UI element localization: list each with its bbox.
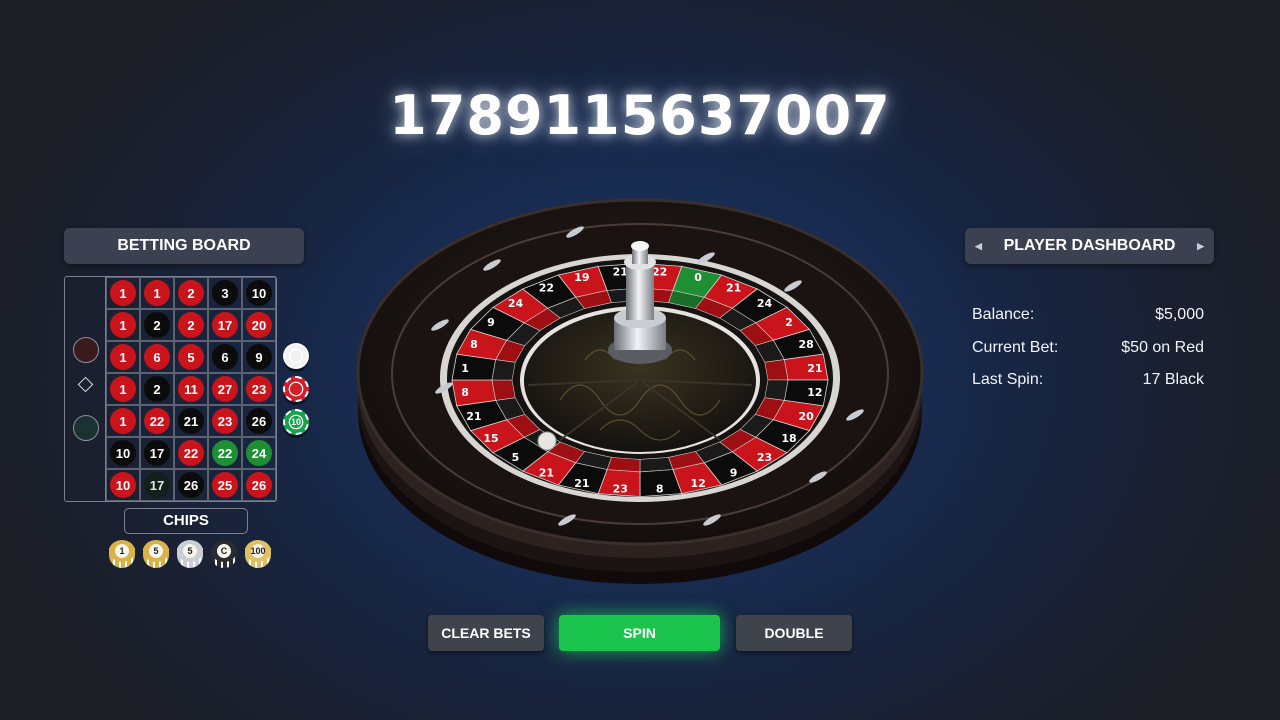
spin-button[interactable]: SPIN bbox=[559, 615, 720, 651]
wheel-pocket-label: 21 bbox=[726, 282, 741, 295]
player-dashboard-title: ◀ PLAYER DASHBOARD ▶ bbox=[965, 228, 1214, 264]
wheel-pocket-label: 5 bbox=[512, 451, 520, 464]
wheel-pocket-label: 8 bbox=[470, 338, 478, 351]
balance-row: Balance: $5,000 bbox=[972, 306, 1204, 324]
wheel-pocket-label: 22 bbox=[652, 266, 667, 279]
wheel-pocket-label: 9 bbox=[487, 316, 495, 329]
wheel-pocket-label: 21 bbox=[466, 410, 481, 423]
last-spin-value: 17 Black bbox=[1142, 371, 1204, 388]
wheel-inner-pocket bbox=[639, 457, 674, 473]
wheel-pocket-label: 21 bbox=[807, 362, 822, 375]
wheel-pocket-label: 21 bbox=[539, 466, 554, 479]
dashboard-next-arrow-icon[interactable]: ▶ bbox=[1197, 228, 1204, 264]
clear-bets-button[interactable]: CLEAR BETS bbox=[428, 615, 544, 651]
last-spin-label: Last Spin: bbox=[972, 371, 1044, 388]
wheel-pocket-label: 23 bbox=[757, 451, 772, 464]
roulette-ball bbox=[537, 431, 557, 451]
last-spin-row: Last Spin: 17 Black bbox=[972, 371, 1204, 389]
wheel-pocket-label: 21 bbox=[574, 477, 589, 490]
wheel-pocket-label: 19 bbox=[574, 271, 589, 284]
wheel-inner-pocket bbox=[764, 379, 789, 401]
wheel-pocket-label: 22 bbox=[539, 282, 554, 295]
wheel-inner-pocket bbox=[606, 457, 641, 473]
current-bet-value: $50 on Red bbox=[1121, 339, 1204, 356]
current-bet-row: Current Bet: $50 on Red bbox=[972, 339, 1204, 357]
wheel-pocket-label: 2 bbox=[785, 316, 793, 329]
wheel-pocket-label: 24 bbox=[757, 297, 773, 310]
wheel-inner-pocket bbox=[764, 359, 789, 381]
balance-label: Balance: bbox=[972, 306, 1035, 323]
wheel-pocket-label: 9 bbox=[730, 466, 738, 479]
wheel-inner-pocket bbox=[491, 359, 516, 381]
wheel-pocket-label: 0 bbox=[694, 271, 702, 284]
dashboard-title-text: PLAYER DASHBOARD bbox=[1003, 237, 1176, 254]
wheel-pocket-label: 12 bbox=[807, 386, 822, 399]
roulette-wheel[interactable]: 22 02124228211220182391282321215152181892… bbox=[0, 0, 1280, 720]
wheel-inner-pocket bbox=[491, 379, 516, 401]
wheel-pocket-label: 12 bbox=[690, 477, 705, 490]
balance-value: $5,000 bbox=[1155, 306, 1204, 323]
wheel-pocket-label: 28 bbox=[798, 338, 813, 351]
wheel-pocket-label: 15 bbox=[483, 432, 498, 445]
wheel-pocket-label: 18 bbox=[781, 432, 796, 445]
wheel-pocket-label: 1 bbox=[461, 362, 469, 375]
wheel-pocket-label: 8 bbox=[656, 482, 664, 495]
current-bet-label: Current Bet: bbox=[972, 339, 1059, 356]
wheel-pocket-label: 21 bbox=[613, 266, 628, 279]
wheel-pocket-label: 23 bbox=[613, 482, 628, 495]
double-button[interactable]: DOUBLE bbox=[736, 615, 852, 651]
wheel-pocket-label: 20 bbox=[798, 410, 814, 423]
wheel-pocket-label: 8 bbox=[461, 386, 469, 399]
dashboard-prev-arrow-icon[interactable]: ◀ bbox=[975, 228, 982, 264]
wheel-pocket-label: 24 bbox=[508, 297, 524, 310]
